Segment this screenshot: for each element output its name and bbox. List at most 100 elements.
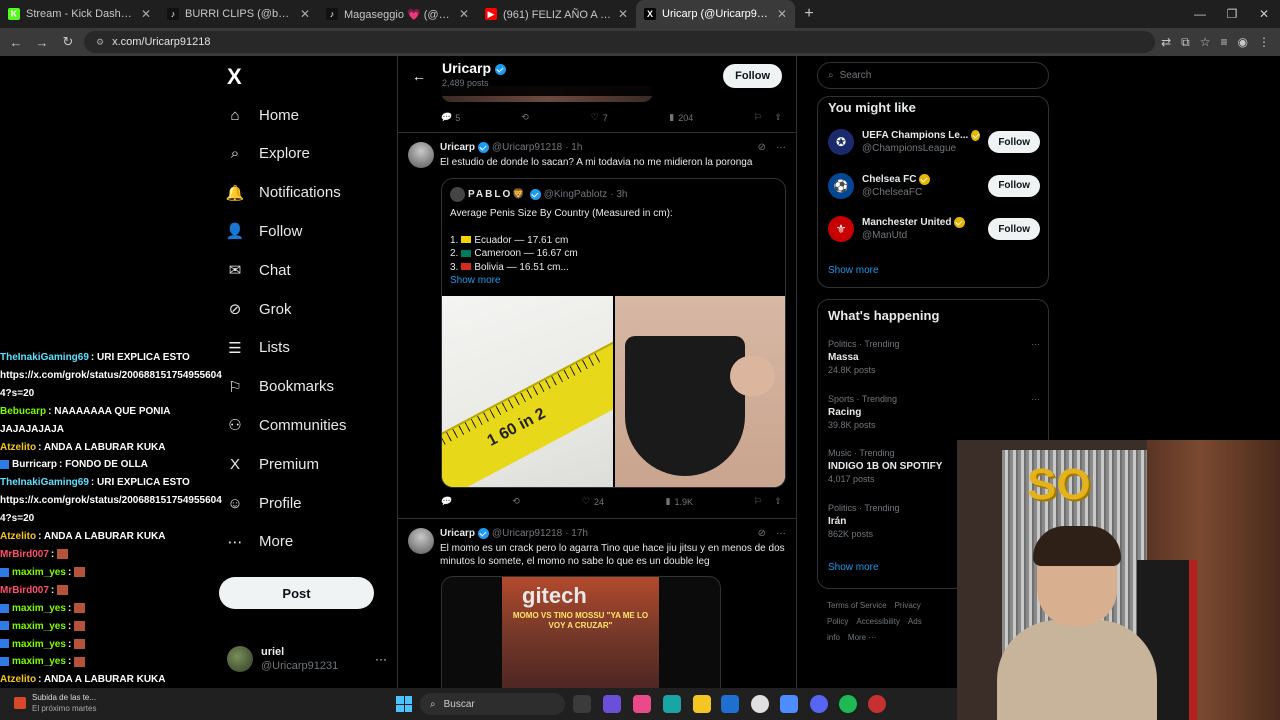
- nav-item-notifications[interactable]: 🔔 Notifications: [225, 174, 341, 212]
- chat-username[interactable]: maxim_yes: [12, 639, 66, 650]
- nav-item-chat[interactable]: ✉ Chat: [225, 251, 291, 289]
- chat-username[interactable]: Bebucarp: [0, 406, 46, 417]
- discord-icon[interactable]: [810, 695, 828, 713]
- close-window-icon[interactable]: ✕: [1248, 0, 1280, 28]
- follow-button[interactable]: Follow: [988, 174, 1040, 197]
- forward-icon[interactable]: →: [32, 35, 52, 50]
- url-field[interactable]: ⚙ x.com/Uricarp91218: [84, 31, 1156, 53]
- views-button[interactable]: ▮ 204: [669, 112, 693, 123]
- show-more-link[interactable]: Show more: [450, 274, 780, 288]
- x-logo-icon[interactable]: X: [227, 66, 249, 88]
- avatar[interactable]: [408, 142, 434, 168]
- chat-username[interactable]: TheInakiGaming69: [0, 477, 89, 488]
- repost-button[interactable]: ⟲: [522, 112, 530, 123]
- store-icon[interactable]: [721, 695, 739, 713]
- weather-widget[interactable]: Subida de las te... El próximo martes: [14, 692, 96, 714]
- footer-link[interactable]: Terms of Service: [827, 601, 887, 610]
- nav-item-home[interactable]: ⌂ Home: [225, 96, 299, 134]
- nav-item-lists[interactable]: ☰ Lists: [225, 329, 290, 367]
- spotify-icon[interactable]: [839, 695, 857, 713]
- follow-button[interactable]: Follow: [988, 131, 1040, 153]
- tape-measure-image[interactable]: 1 60 in 2: [442, 296, 613, 487]
- nav-item-communities[interactable]: ⚇ Communities: [225, 406, 346, 444]
- footer-link[interactable]: Accessibility: [856, 617, 900, 626]
- chat-username[interactable]: maxim_yes: [12, 656, 66, 667]
- suggestion-item[interactable]: ⚜ Manchester United @ManUtd Follow: [828, 212, 1040, 246]
- reload-icon[interactable]: ↻: [58, 34, 78, 50]
- footer-link[interactable]: More ···: [848, 633, 876, 642]
- show-more-link[interactable]: Show more: [828, 562, 879, 573]
- more-dots-icon[interactable]: ···: [776, 142, 786, 153]
- minimize-icon[interactable]: —: [1184, 0, 1216, 28]
- nav-item-explore[interactable]: ⌕ Explore: [225, 135, 310, 173]
- reply-button[interactable]: 💬: [440, 496, 451, 507]
- bookmark-icon[interactable]: ⚐: [755, 112, 762, 123]
- browser-tab[interactable]: ♪ Magaseggio 💗 (@magaseggio ✕: [318, 0, 477, 28]
- tweet-author[interactable]: Uricarp: [440, 528, 475, 539]
- windows-start-icon[interactable]: [396, 696, 412, 712]
- media-icon[interactable]: ≡: [1221, 35, 1228, 50]
- share-icon[interactable]: ⇪: [774, 112, 782, 123]
- tab-close-icon[interactable]: ✕: [141, 7, 151, 21]
- more-dots-icon[interactable]: ···: [1031, 393, 1040, 406]
- more-dots-icon[interactable]: ···: [1031, 338, 1040, 351]
- chat-username[interactable]: MrBird007: [0, 549, 49, 560]
- new-tab-button[interactable]: +: [795, 5, 823, 23]
- grok-icon[interactable]: ⊘: [758, 142, 766, 153]
- menu-icon[interactable]: ⋮: [1258, 35, 1270, 50]
- trend-item[interactable]: Sports · Trending Racing 39.8K posts ···: [828, 393, 1040, 432]
- like-button[interactable]: ♡ 24: [582, 496, 604, 507]
- trend-item[interactable]: Politics · Trending Massa 24.8K posts ···: [828, 338, 1040, 377]
- browser-tab[interactable]: X Uricarp (@Uricarp91218) / X ✕: [636, 0, 795, 28]
- avatar[interactable]: [408, 528, 434, 554]
- more-dots-icon[interactable]: ···: [375, 652, 387, 666]
- profile-icon[interactable]: ◉: [1238, 35, 1248, 50]
- shorts-image[interactable]: [615, 296, 785, 487]
- account-switcher[interactable]: uriel @Uricarp91231 ···: [227, 642, 387, 676]
- task-view-icon[interactable]: [573, 695, 591, 713]
- tweet-author[interactable]: Uricarp: [440, 142, 475, 153]
- chat-username[interactable]: maxim_yes: [12, 603, 66, 614]
- reply-button[interactable]: 💬 5: [440, 112, 460, 123]
- chat-username[interactable]: TheInakiGaming69: [0, 352, 89, 363]
- taskbar-search[interactable]: ⌕ Buscar: [420, 693, 565, 715]
- share-icon[interactable]: ⇪: [774, 496, 782, 507]
- bookmark-icon[interactable]: ⚐: [755, 496, 762, 507]
- chat-username[interactable]: maxim_yes: [12, 567, 66, 578]
- nav-item-bookmarks[interactable]: ⚐ Bookmarks: [225, 368, 334, 406]
- chat-username[interactable]: maxim_yes: [12, 621, 66, 632]
- maximize-icon[interactable]: ❐: [1216, 0, 1248, 28]
- grok-icon[interactable]: ⊘: [758, 528, 766, 539]
- follow-button[interactable]: Follow: [988, 218, 1040, 240]
- show-more-link[interactable]: Show more: [828, 265, 879, 276]
- site-info-icon[interactable]: ⚙: [96, 37, 104, 48]
- suggestion-item[interactable]: ✪ UEFA Champions Le... @ChampionsLeague Fol…: [828, 125, 1040, 159]
- chat-username[interactable]: Atzelito: [0, 674, 36, 685]
- translate-icon[interactable]: ⇄: [1161, 35, 1171, 50]
- nav-item-grok[interactable]: ⊘ Grok: [225, 290, 292, 328]
- edge-icon[interactable]: [663, 695, 681, 713]
- nav-item-profile[interactable]: ☺ Profile: [225, 484, 301, 522]
- chat-username[interactable]: Atzelito: [0, 531, 36, 542]
- browser-tab[interactable]: ▶ (961) FELIZ AÑO A TODOS😊🍾 ✕: [477, 0, 636, 28]
- teams-icon[interactable]: [603, 695, 621, 713]
- tweet-time[interactable]: · 17h: [565, 528, 588, 539]
- nav-item-follow[interactable]: 👤 Follow: [225, 212, 303, 250]
- quoted-tweet[interactable]: PABLO🦁 @KingPablotz · 3h Average Penis S…: [441, 178, 786, 488]
- browser-tab[interactable]: K Stream - Kick Dashboard ✕: [0, 0, 159, 28]
- chrome-icon[interactable]: [751, 695, 769, 713]
- post-button[interactable]: Post: [219, 577, 374, 609]
- follow-button[interactable]: Follow: [723, 64, 782, 88]
- tweet[interactable]: Uricarp @Uricarp91218 · 1h ⊘ ··· El estud…: [398, 132, 796, 518]
- install-icon[interactable]: ⧉: [1181, 35, 1190, 50]
- nav-item-more[interactable]: ⋯ More: [225, 523, 294, 561]
- chat-username[interactable]: Atzelito: [0, 442, 36, 453]
- search-input[interactable]: ⌕ Search: [817, 62, 1049, 89]
- nav-item-premium[interactable]: X Premium: [225, 445, 319, 483]
- chat-username[interactable]: MrBird007: [0, 585, 49, 596]
- repost-button[interactable]: ⟲: [513, 496, 521, 507]
- obs-icon[interactable]: [868, 695, 886, 713]
- file-explorer-icon[interactable]: [693, 695, 711, 713]
- views-button[interactable]: ▮ 1.9K: [666, 496, 693, 507]
- video-thumbnail[interactable]: gitech MOMO VS TINO MOSSU "YA ME LO VOY …: [441, 576, 721, 688]
